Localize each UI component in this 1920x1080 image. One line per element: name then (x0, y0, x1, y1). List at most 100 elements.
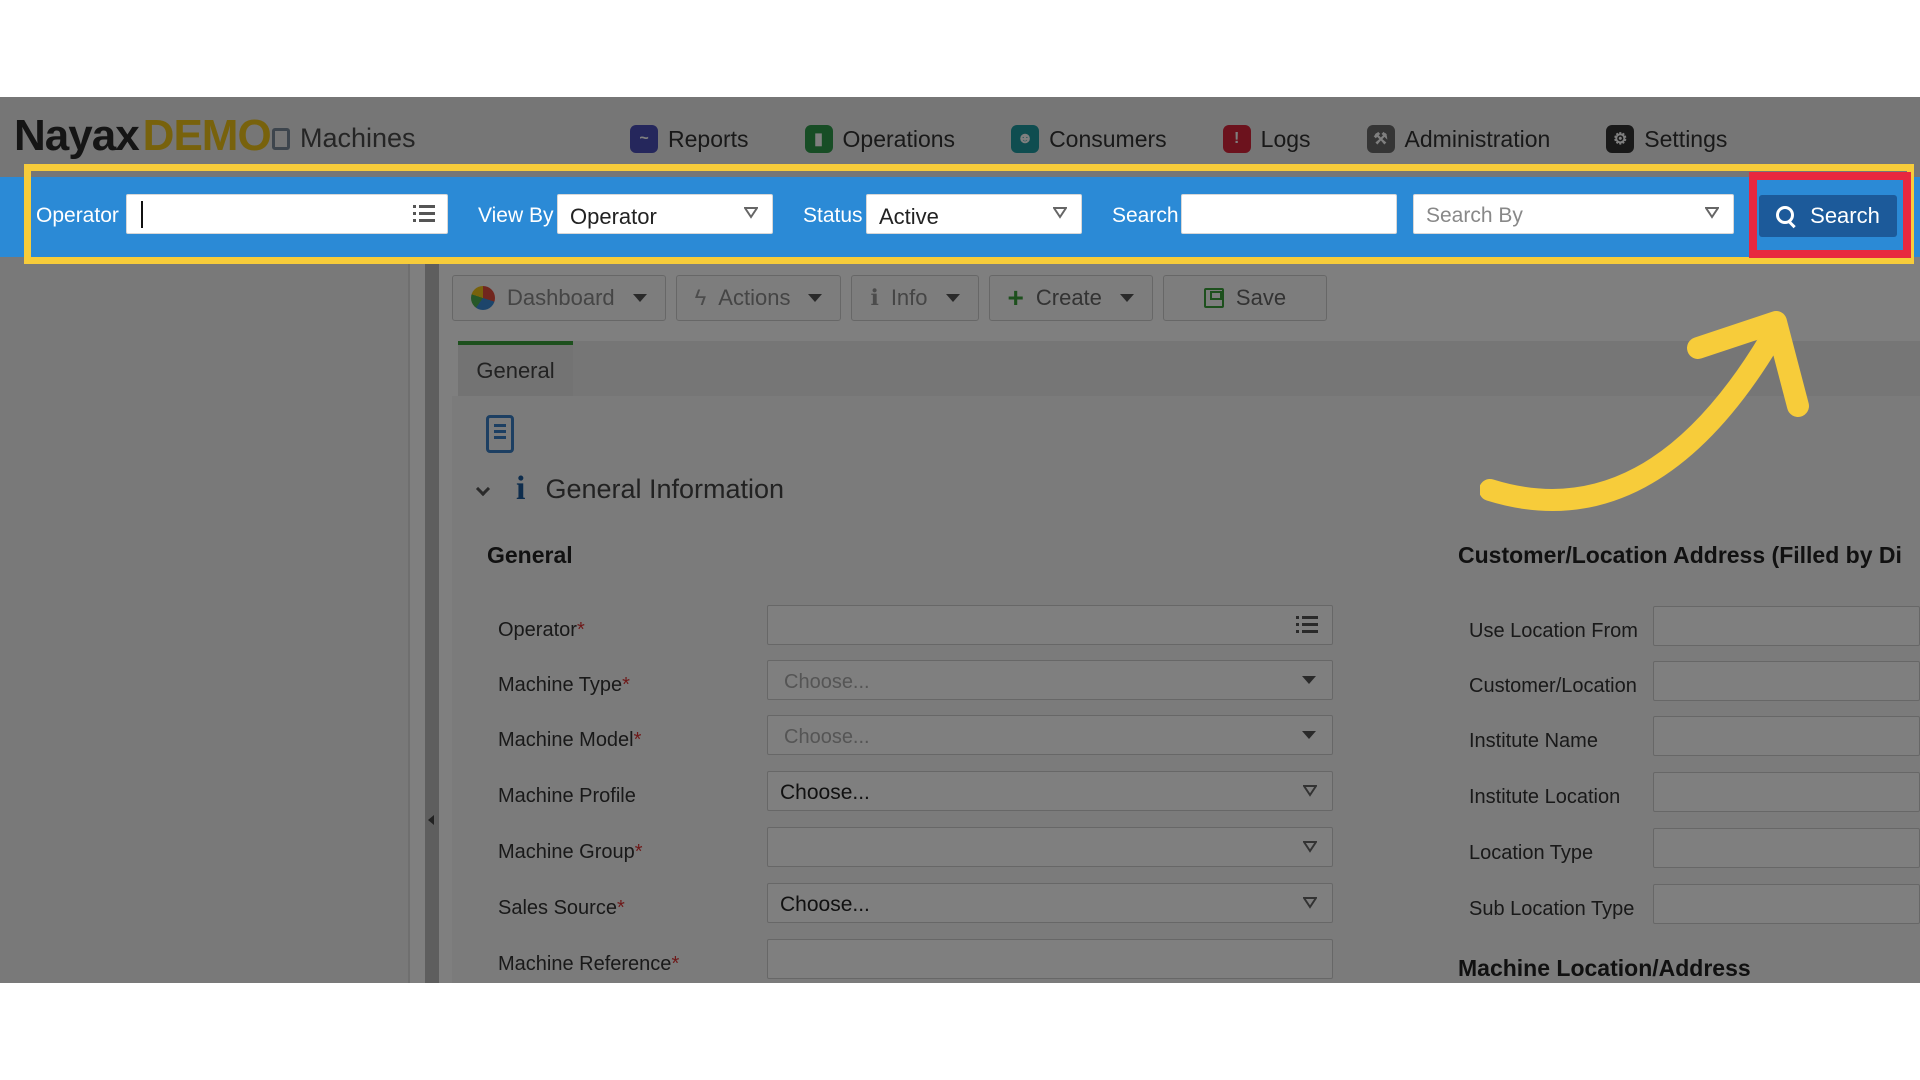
nav-reports[interactable]: ~ Reports (630, 119, 749, 159)
save-label: Save (1235, 285, 1287, 310)
list-icon[interactable] (413, 205, 435, 223)
field-label: Machine Type* (498, 674, 630, 697)
search-by-select[interactable]: Search By (1413, 194, 1734, 234)
field-label: Machine Reference* (498, 953, 679, 976)
customer-address-heading: Customer/Location Address (Filled by Di (1458, 542, 1902, 568)
status-select[interactable]: Active (866, 194, 1082, 234)
dashboard-button[interactable]: Dashboard (452, 275, 666, 321)
tab-strip (573, 341, 1920, 396)
bolt-icon: ϟ (694, 285, 707, 310)
form-field-4[interactable] (767, 827, 1333, 867)
nayax-logo[interactable]: NayaxDEMO (14, 111, 272, 161)
page-title-text: Machines (300, 123, 416, 153)
field-label: Machine Model* (498, 729, 641, 752)
required-marker: * (622, 674, 630, 696)
operator-filter-input[interactable] (126, 194, 448, 234)
address-field-label: Location Type (1469, 842, 1594, 864)
nav-label: Reports (668, 125, 749, 152)
search-input[interactable] (1181, 194, 1397, 234)
pie-chart-icon (471, 286, 495, 310)
general-heading: General (487, 542, 573, 568)
chevron-down-icon (1302, 676, 1316, 684)
form-field-2[interactable]: Choose... (767, 715, 1333, 755)
chevron-down-icon (1303, 785, 1317, 797)
address-field-2[interactable] (1653, 716, 1920, 756)
collapse-arrow-icon[interactable] (428, 815, 434, 825)
form-field-1[interactable]: Choose... (767, 660, 1333, 700)
logo-primary: Nayax (14, 111, 140, 160)
section-title-text: General Information (545, 473, 785, 504)
address-field-label: Customer/Location (1469, 675, 1637, 697)
nav-label: Administration (1404, 125, 1551, 152)
operator-filter-label: Operator (36, 204, 119, 227)
operations-icon: ▮ (804, 125, 833, 153)
form-field-3[interactable]: Choose... (767, 771, 1333, 811)
actions-button[interactable]: ϟ Actions (675, 275, 842, 321)
chevron-down-icon (1119, 294, 1134, 302)
administration-icon: ⚒ (1366, 125, 1395, 153)
search-button-label: Search (1810, 203, 1880, 228)
plus-icon: + (1007, 282, 1024, 313)
tab-general[interactable]: General (458, 341, 573, 396)
list-icon[interactable] (1296, 616, 1318, 634)
field-value: Choose... (780, 781, 870, 804)
nav-operations[interactable]: ▮ Operations (804, 119, 956, 159)
filter-bar: Operator View By Operator Status Active … (0, 177, 1920, 257)
dashboard-label: Dashboard (507, 285, 615, 310)
nav-administration[interactable]: ⚒ Administration (1366, 119, 1551, 159)
chevron-down-icon (1705, 207, 1719, 219)
nav-label: Operations (842, 125, 956, 152)
logs-icon: ! (1222, 125, 1251, 153)
form-field-6[interactable] (767, 939, 1333, 979)
address-field-0[interactable] (1653, 606, 1920, 646)
nav-consumers[interactable]: ☻ Consumers (1011, 119, 1167, 159)
save-icon (1203, 288, 1224, 308)
field-label-text: Machine Profile (498, 785, 636, 807)
address-field-1[interactable] (1653, 661, 1920, 701)
panel-splitter[interactable] (425, 257, 439, 983)
section-header[interactable]: i General Information (475, 470, 785, 508)
nav-logs[interactable]: ! Logs (1222, 119, 1311, 159)
create-button[interactable]: + Create (988, 275, 1153, 321)
address-field-label: Use Location From (1469, 620, 1638, 642)
action-toolbar: Dashboard ϟ Actions ℹ Info + Create Save (452, 275, 1328, 321)
chevron-down-icon (1302, 731, 1316, 739)
address-field-4[interactable] (1653, 828, 1920, 868)
viewby-select[interactable]: Operator (557, 194, 773, 234)
actions-label: Actions (718, 285, 791, 310)
main-nav: ~ Reports ▮ Operations ☻ Consumers ! Log… (630, 119, 1783, 159)
search-by-placeholder: Search By (1426, 204, 1523, 227)
nav-label: Settings (1644, 125, 1728, 152)
search-button[interactable]: Search (1759, 195, 1897, 237)
address-field-3[interactable] (1653, 772, 1920, 812)
chevron-down-icon (632, 294, 647, 302)
chevron-down-icon (1303, 897, 1317, 909)
document-icon[interactable] (486, 415, 514, 453)
field-placeholder: Choose... (784, 671, 870, 693)
field-label-text: Machine Model (498, 729, 634, 751)
info-icon: i (516, 470, 526, 507)
machine-location-heading: Machine Location/Address (1458, 955, 1751, 981)
address-field-5[interactable] (1653, 884, 1920, 924)
chevron-down-icon (744, 207, 758, 219)
field-label-text: Machine Group (498, 841, 635, 863)
field-label: Operator* (498, 619, 585, 642)
field-label: Machine Profile (498, 785, 636, 808)
nav-settings[interactable]: ⚙ Settings (1606, 119, 1727, 159)
consumers-icon: ☻ (1011, 125, 1040, 153)
chevron-down-icon (945, 294, 960, 302)
form-field-0[interactable] (767, 605, 1333, 645)
form-field-5[interactable]: Choose... (767, 883, 1333, 923)
gear-icon: ⚙ (1606, 125, 1635, 153)
nav-label: Consumers (1049, 125, 1167, 152)
save-button[interactable]: Save (1162, 275, 1328, 321)
required-marker: * (576, 619, 585, 641)
address-field-label: Institute Location (1469, 786, 1621, 808)
field-label-text: Operator (498, 619, 577, 641)
chevron-down-icon (475, 481, 491, 497)
field-placeholder: Choose... (784, 726, 870, 748)
search-icon (1776, 206, 1796, 226)
info-button[interactable]: ℹ Info (851, 275, 979, 321)
field-label: Machine Group* (498, 841, 643, 864)
address-field-label: Sub Location Type (1469, 898, 1635, 920)
